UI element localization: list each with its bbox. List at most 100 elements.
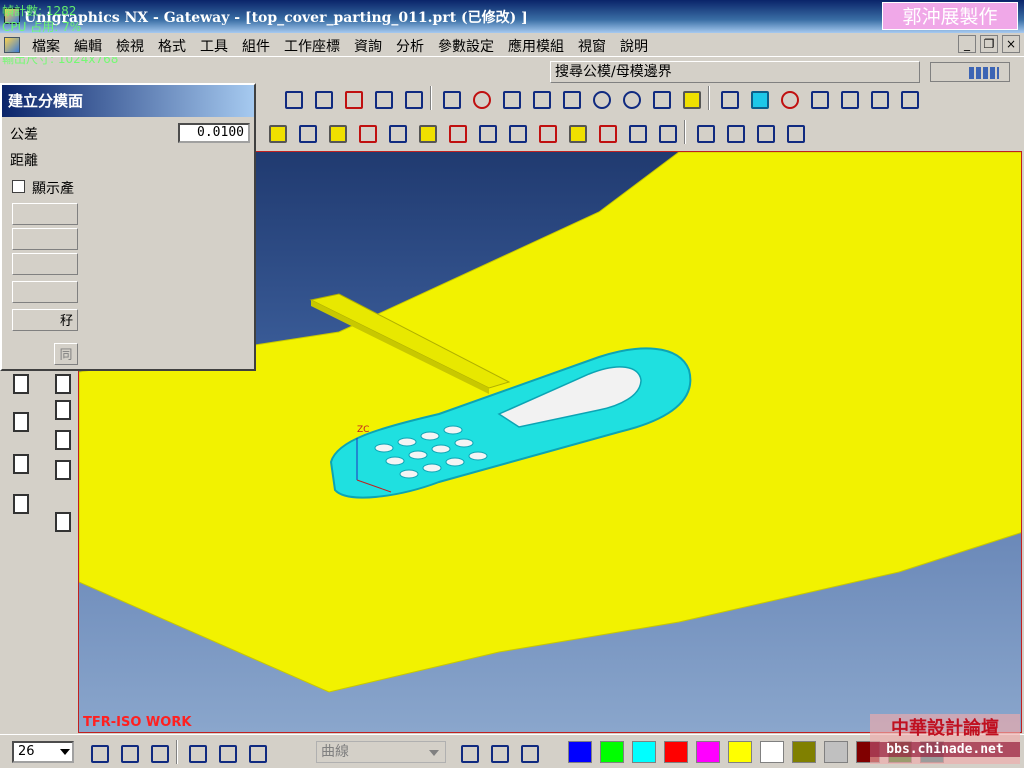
filter-value: 曲線 <box>321 744 349 760</box>
help-icon[interactable] <box>400 86 424 110</box>
ok-button[interactable]: 秄 <box>12 309 78 331</box>
section-icon[interactable] <box>294 120 318 144</box>
block-icon[interactable] <box>50 396 74 422</box>
layer-icon[interactable] <box>782 120 806 144</box>
move-icon[interactable] <box>594 120 618 144</box>
menu-information[interactable]: 資詢 <box>354 36 382 56</box>
tolerance-input[interactable]: 0.0100 <box>178 123 250 143</box>
chevron-down-icon[interactable] <box>429 750 439 756</box>
new-file-icon[interactable] <box>8 408 32 434</box>
menu-file[interactable]: 檔案 <box>32 36 60 56</box>
color-swatch[interactable] <box>632 741 656 763</box>
split-icon[interactable] <box>324 120 348 144</box>
menu-window[interactable]: 視窗 <box>578 36 606 56</box>
view-name-label: TFR-ISO WORK <box>83 715 192 730</box>
menu-wcs[interactable]: 工作座標 <box>284 36 340 56</box>
cancel-button[interactable]: 同 <box>54 343 78 365</box>
menu-preferences[interactable]: 參數設定 <box>438 36 494 56</box>
restore-button[interactable]: ❐ <box>980 35 998 53</box>
view-iso-icon[interactable] <box>896 86 920 110</box>
dialog-option-button[interactable] <box>12 253 78 275</box>
menu-analysis[interactable]: 分析 <box>396 36 424 56</box>
list-icon[interactable] <box>8 490 32 516</box>
select-body-icon[interactable] <box>244 740 268 764</box>
document-icon[interactable] <box>4 37 20 53</box>
view-front-icon[interactable] <box>806 86 830 110</box>
shaded-icon[interactable] <box>746 86 770 110</box>
view-right-icon[interactable] <box>866 86 890 110</box>
color-swatch[interactable] <box>600 741 624 763</box>
tool-icon[interactable] <box>50 508 74 534</box>
color-swatch[interactable] <box>760 741 784 763</box>
layer-settings-icon[interactable] <box>86 740 110 764</box>
zoom-window-icon[interactable] <box>498 86 522 110</box>
eraser-icon[interactable] <box>310 86 334 110</box>
patch-icon[interactable] <box>414 120 438 144</box>
magnifier-icon[interactable] <box>588 86 612 110</box>
color-swatch[interactable] <box>568 741 592 763</box>
extrude-icon[interactable] <box>264 120 288 144</box>
table-icon[interactable] <box>624 120 648 144</box>
door-icon[interactable] <box>50 456 74 482</box>
material-icon[interactable] <box>776 86 800 110</box>
grid-icon[interactable] <box>474 120 498 144</box>
clock-icon[interactable] <box>8 370 32 396</box>
dialog-option-button[interactable] <box>12 203 78 225</box>
color-swatch[interactable] <box>696 741 720 763</box>
paste-icon[interactable] <box>370 86 394 110</box>
insert-icon[interactable] <box>50 426 74 452</box>
menu-tools[interactable]: 工具 <box>200 36 228 56</box>
dialog-option-button[interactable] <box>12 228 78 250</box>
color-swatch[interactable] <box>792 741 816 763</box>
color-swatch[interactable] <box>824 741 848 763</box>
show-product-checkbox[interactable] <box>12 180 25 193</box>
parting-icon[interactable] <box>444 120 468 144</box>
pan-icon[interactable] <box>648 86 672 110</box>
box-icon[interactable] <box>678 86 702 110</box>
close-button[interactable]: × <box>1002 35 1020 53</box>
menu-edit[interactable]: 編輯 <box>74 36 102 56</box>
color-swatch[interactable] <box>728 741 752 763</box>
snap-point-icon[interactable] <box>184 740 208 764</box>
refresh-icon[interactable] <box>618 86 642 110</box>
wcs-dynamic-icon[interactable] <box>116 740 140 764</box>
trim-icon[interactable] <box>534 120 558 144</box>
blank-icon[interactable] <box>692 120 716 144</box>
view-top-icon[interactable] <box>836 86 860 110</box>
wcs-origin-icon[interactable] <box>146 740 170 764</box>
color-swatch[interactable] <box>664 741 688 763</box>
menu-format[interactable]: 格式 <box>158 36 186 56</box>
datum-icon[interactable] <box>50 370 74 396</box>
zoom-all-icon[interactable] <box>528 86 552 110</box>
cut-icon[interactable] <box>340 86 364 110</box>
extend-icon[interactable] <box>504 120 528 144</box>
key <box>408 450 428 460</box>
snap-mid-icon[interactable] <box>486 740 510 764</box>
zoom-region-icon[interactable] <box>558 86 582 110</box>
offset-icon[interactable] <box>384 120 408 144</box>
menu-assemblies[interactable]: 組件 <box>242 36 270 56</box>
filter-select[interactable]: 曲線 <box>316 741 446 763</box>
select-face-icon[interactable] <box>214 740 238 764</box>
draft-icon[interactable] <box>354 120 378 144</box>
dialog-option-button[interactable] <box>12 281 78 303</box>
axis-label: ZC <box>357 425 370 435</box>
wireframe-icon[interactable] <box>716 86 740 110</box>
hide-icon[interactable] <box>722 120 746 144</box>
app-icon[interactable] <box>4 8 20 24</box>
snap-center-icon[interactable] <box>516 740 540 764</box>
layout-icon[interactable] <box>654 120 678 144</box>
minimize-button[interactable]: _ <box>958 35 976 53</box>
menu-help[interactable]: 說明 <box>620 36 648 56</box>
point-icon[interactable] <box>8 450 32 476</box>
chevron-down-icon[interactable] <box>60 749 70 755</box>
snap-end-icon[interactable] <box>456 740 480 764</box>
undo-icon[interactable] <box>280 86 304 110</box>
work-layer-combo[interactable]: 26 <box>12 741 74 763</box>
show-icon[interactable] <box>752 120 776 144</box>
menu-view[interactable]: 檢視 <box>116 36 144 56</box>
menu-application[interactable]: 應用模組 <box>508 36 564 56</box>
rotate-icon[interactable] <box>468 86 492 110</box>
sew-icon[interactable] <box>564 120 588 144</box>
fit-icon[interactable] <box>438 86 462 110</box>
